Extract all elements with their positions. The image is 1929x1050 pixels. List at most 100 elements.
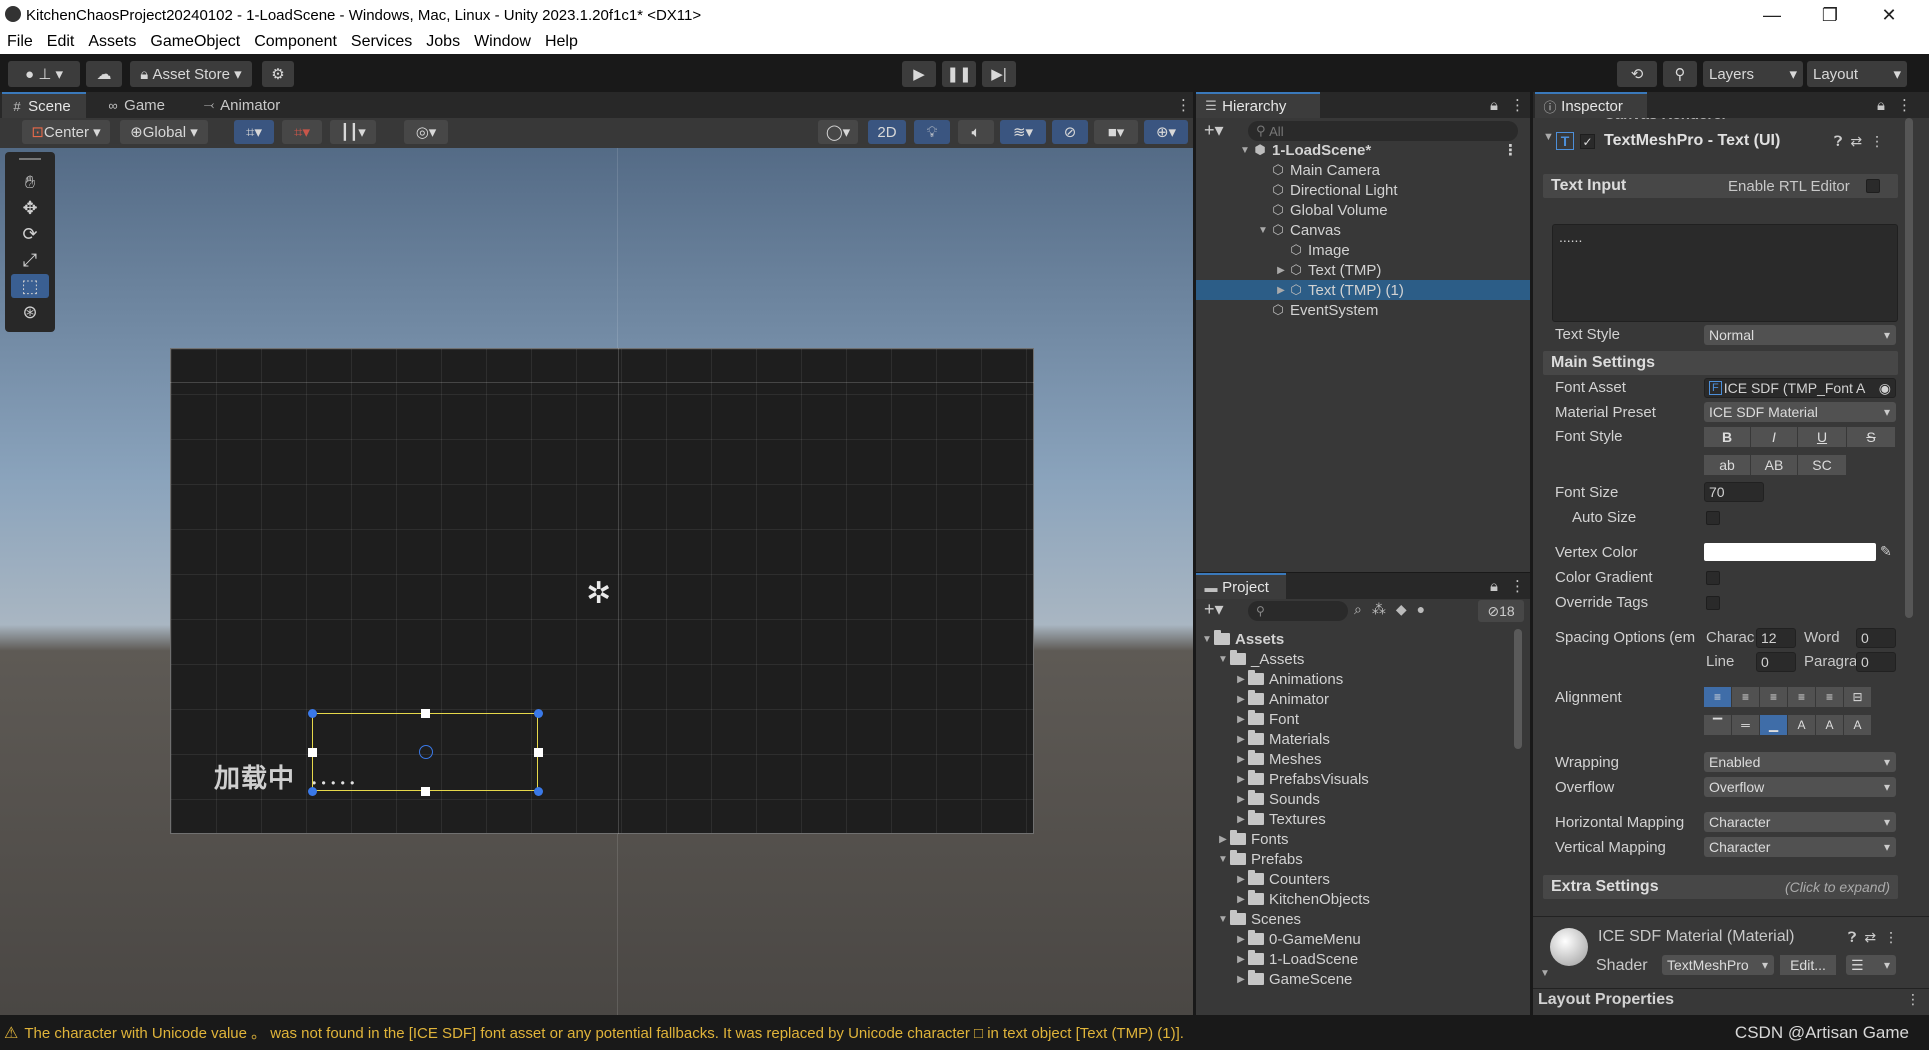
tab-scene[interactable]: # Scene (2, 92, 86, 118)
layout-properties-header[interactable]: Layout Properties (1538, 991, 1674, 1009)
hierarchy-item-main-camera[interactable]: ⬡ Main Camera (1196, 160, 1530, 180)
menu-help[interactable]: Help (538, 33, 585, 51)
maximize-button[interactable]: ❐ (1801, 0, 1859, 30)
component-enabled-checkbox[interactable]: ✓ (1580, 134, 1595, 149)
project-item-_assets[interactable]: ▼ _Assets (1196, 649, 1506, 669)
add-button[interactable]: +▾ (1204, 120, 1224, 141)
menu-services[interactable]: Services (344, 33, 419, 51)
project-item-gamescene[interactable]: ▶ GameScene (1196, 969, 1506, 989)
asset-store-button[interactable]: 🔒︎ Asset Store ▾ (130, 61, 252, 87)
word-input[interactable]: 0 (1856, 628, 1896, 648)
menu-component[interactable]: Component (247, 33, 344, 51)
scene-root-row[interactable]: ▼ ⬢ 1-LoadScene* ⋮ (1196, 140, 1530, 160)
tab-hierarchy[interactable]: ☰ Hierarchy (1196, 92, 1320, 118)
align-bottom-button[interactable]: ▁ (1760, 715, 1787, 735)
component-header-icons[interactable]: ❓︎⇄⋮ (1834, 133, 1892, 150)
project-item-assets[interactable]: ▼ Assets (1196, 629, 1506, 649)
rect-handle-bl[interactable] (308, 787, 317, 796)
text-input-area[interactable]: ...... (1552, 224, 1898, 322)
project-item-font[interactable]: ▶ Font (1196, 709, 1506, 729)
extra-settings-header[interactable]: Extra Settings (Click to expand) (1543, 875, 1898, 899)
line-input[interactable]: 0 (1756, 652, 1796, 672)
project-item-sounds[interactable]: ▶ Sounds (1196, 789, 1506, 809)
align-top-button[interactable]: ▔ (1704, 715, 1731, 735)
minimize-button[interactable]: — (1743, 0, 1801, 30)
tab-project[interactable]: ▬ Project (1196, 573, 1286, 599)
audio-toggle[interactable]: 🔈︎ (958, 120, 994, 144)
layout-properties-menu[interactable]: ⋮ (1906, 991, 1920, 1008)
project-item-animations[interactable]: ▶ Animations (1196, 669, 1506, 689)
play-button[interactable]: ▶ (902, 61, 936, 87)
material-collapse-arrow-icon[interactable]: ▼ (1540, 968, 1550, 979)
menu-jobs[interactable]: Jobs (419, 33, 467, 51)
visibility-toggle[interactable]: ⊘ (1052, 120, 1088, 144)
ruler-button[interactable]: ┃┃▾ (330, 120, 376, 144)
align-right-button[interactable]: ≡ (1760, 687, 1787, 707)
directional-light-icon[interactable]: ✲ (586, 576, 611, 611)
tab-inspector[interactable]: ⓘ Inspector (1535, 92, 1647, 118)
wrapping-dropdown[interactable]: Enabled (1704, 752, 1896, 772)
status-bar[interactable]: ⚠ The character with Unicode value 。 was… (0, 1015, 1929, 1050)
hierarchy-item-text-tmp-1[interactable]: ▶ ⬡ Text (TMP) (1) (1196, 280, 1530, 300)
kebab-icon[interactable]: ⋮ (1503, 141, 1518, 159)
smallcaps-button[interactable]: SC (1798, 455, 1846, 475)
lock-button[interactable]: 🔒︎ (1482, 92, 1502, 118)
hierarchy-search-input[interactable]: ⚲ All (1248, 121, 1518, 141)
shader-dropdown[interactable]: TextMeshPro (1662, 955, 1774, 975)
hierarchy-item-image[interactable]: ⬡ Image (1196, 240, 1530, 260)
scale-tool-button[interactable]: ⤢ (11, 248, 49, 272)
shader-options-dropdown[interactable]: ☰ (1846, 955, 1896, 975)
transform-tool-button[interactable]: ⊛ (11, 300, 49, 324)
align-geometry-button[interactable]: ⊟ (1844, 687, 1871, 707)
align-flush-button[interactable]: ≡ (1816, 687, 1843, 707)
hierarchy-item-global-volume[interactable]: ⬡ Global Volume (1196, 200, 1530, 220)
hierarchy-item-directional-light[interactable]: ⬡ Directional Light (1196, 180, 1530, 200)
collapse-arrow-icon[interactable]: ▼ (1543, 131, 1554, 143)
project-item-meshes[interactable]: ▶ Meshes (1196, 749, 1506, 769)
rect-handle-bottom[interactable] (421, 787, 430, 796)
hierarchy-item-eventsystem[interactable]: ⬡ EventSystem (1196, 300, 1530, 320)
rotate-tool-button[interactable]: ⟳ (11, 222, 49, 246)
step-button[interactable]: ▶| (982, 61, 1016, 87)
project-item-textures[interactable]: ▶ Textures (1196, 809, 1506, 829)
strikethrough-button[interactable]: S (1847, 427, 1895, 447)
charac-input[interactable]: 12 (1756, 628, 1796, 648)
hierarchy-item-text-tmp[interactable]: ▶ ⬡ Text (TMP) (1196, 260, 1530, 280)
layers-dropdown[interactable]: Layers ▾ (1703, 61, 1803, 87)
close-button[interactable]: ✕ (1860, 0, 1918, 30)
rect-handle-right[interactable] (534, 748, 543, 757)
font-size-input[interactable]: 70 (1704, 482, 1764, 502)
gizmo-tool-button[interactable]: ◎▾ (404, 120, 448, 144)
pause-button[interactable]: ❚❚ (942, 61, 976, 87)
vertex-color-swatch[interactable] (1704, 543, 1876, 561)
lowercase-button[interactable]: ab (1704, 455, 1750, 475)
uppercase-button[interactable]: AB (1751, 455, 1797, 475)
project-more-menu[interactable]: ⋮ (1502, 573, 1525, 599)
grid-snap-button[interactable]: ⌗▾ (234, 120, 274, 144)
rect-handle-br[interactable] (534, 787, 543, 796)
rect-handle-left[interactable] (308, 748, 317, 757)
shading-mode-button[interactable]: ◯▾ (818, 120, 858, 144)
bold-button[interactable]: B (1704, 427, 1750, 447)
move-tool-button[interactable]: ✥ (11, 196, 49, 220)
menu-assets[interactable]: Assets (81, 33, 143, 51)
drag-handle-icon[interactable] (19, 158, 41, 160)
project-add-button[interactable]: +▾ (1204, 599, 1224, 620)
hierarchy-more-menu[interactable]: ⋮ (1502, 92, 1525, 118)
tab-game[interactable]: ∞ Game (98, 92, 178, 118)
inspector-scrollbar[interactable] (1905, 118, 1913, 618)
rect-handle-tr[interactable] (534, 709, 543, 718)
cloud-button[interactable]: ☁ (86, 61, 122, 87)
align-middle-button[interactable]: ═ (1732, 715, 1759, 735)
italic-button[interactable]: I (1751, 427, 1797, 447)
auto-size-checkbox[interactable] (1706, 511, 1720, 525)
project-search-input[interactable]: ⚲ (1248, 601, 1348, 621)
color-gradient-checkbox[interactable] (1706, 571, 1720, 585)
menu-gameobject[interactable]: GameObject (143, 33, 247, 51)
project-item-materials[interactable]: ▶ Materials (1196, 729, 1506, 749)
shader-edit-button[interactable]: Edit... (1780, 955, 1836, 975)
vertical-mapping-dropdown[interactable]: Character (1704, 837, 1896, 857)
account-button[interactable]: ● ⊥ ▾ (8, 61, 80, 87)
overflow-dropdown[interactable]: Overflow (1704, 777, 1896, 797)
project-lock-button[interactable]: 🔒︎ (1482, 573, 1502, 599)
